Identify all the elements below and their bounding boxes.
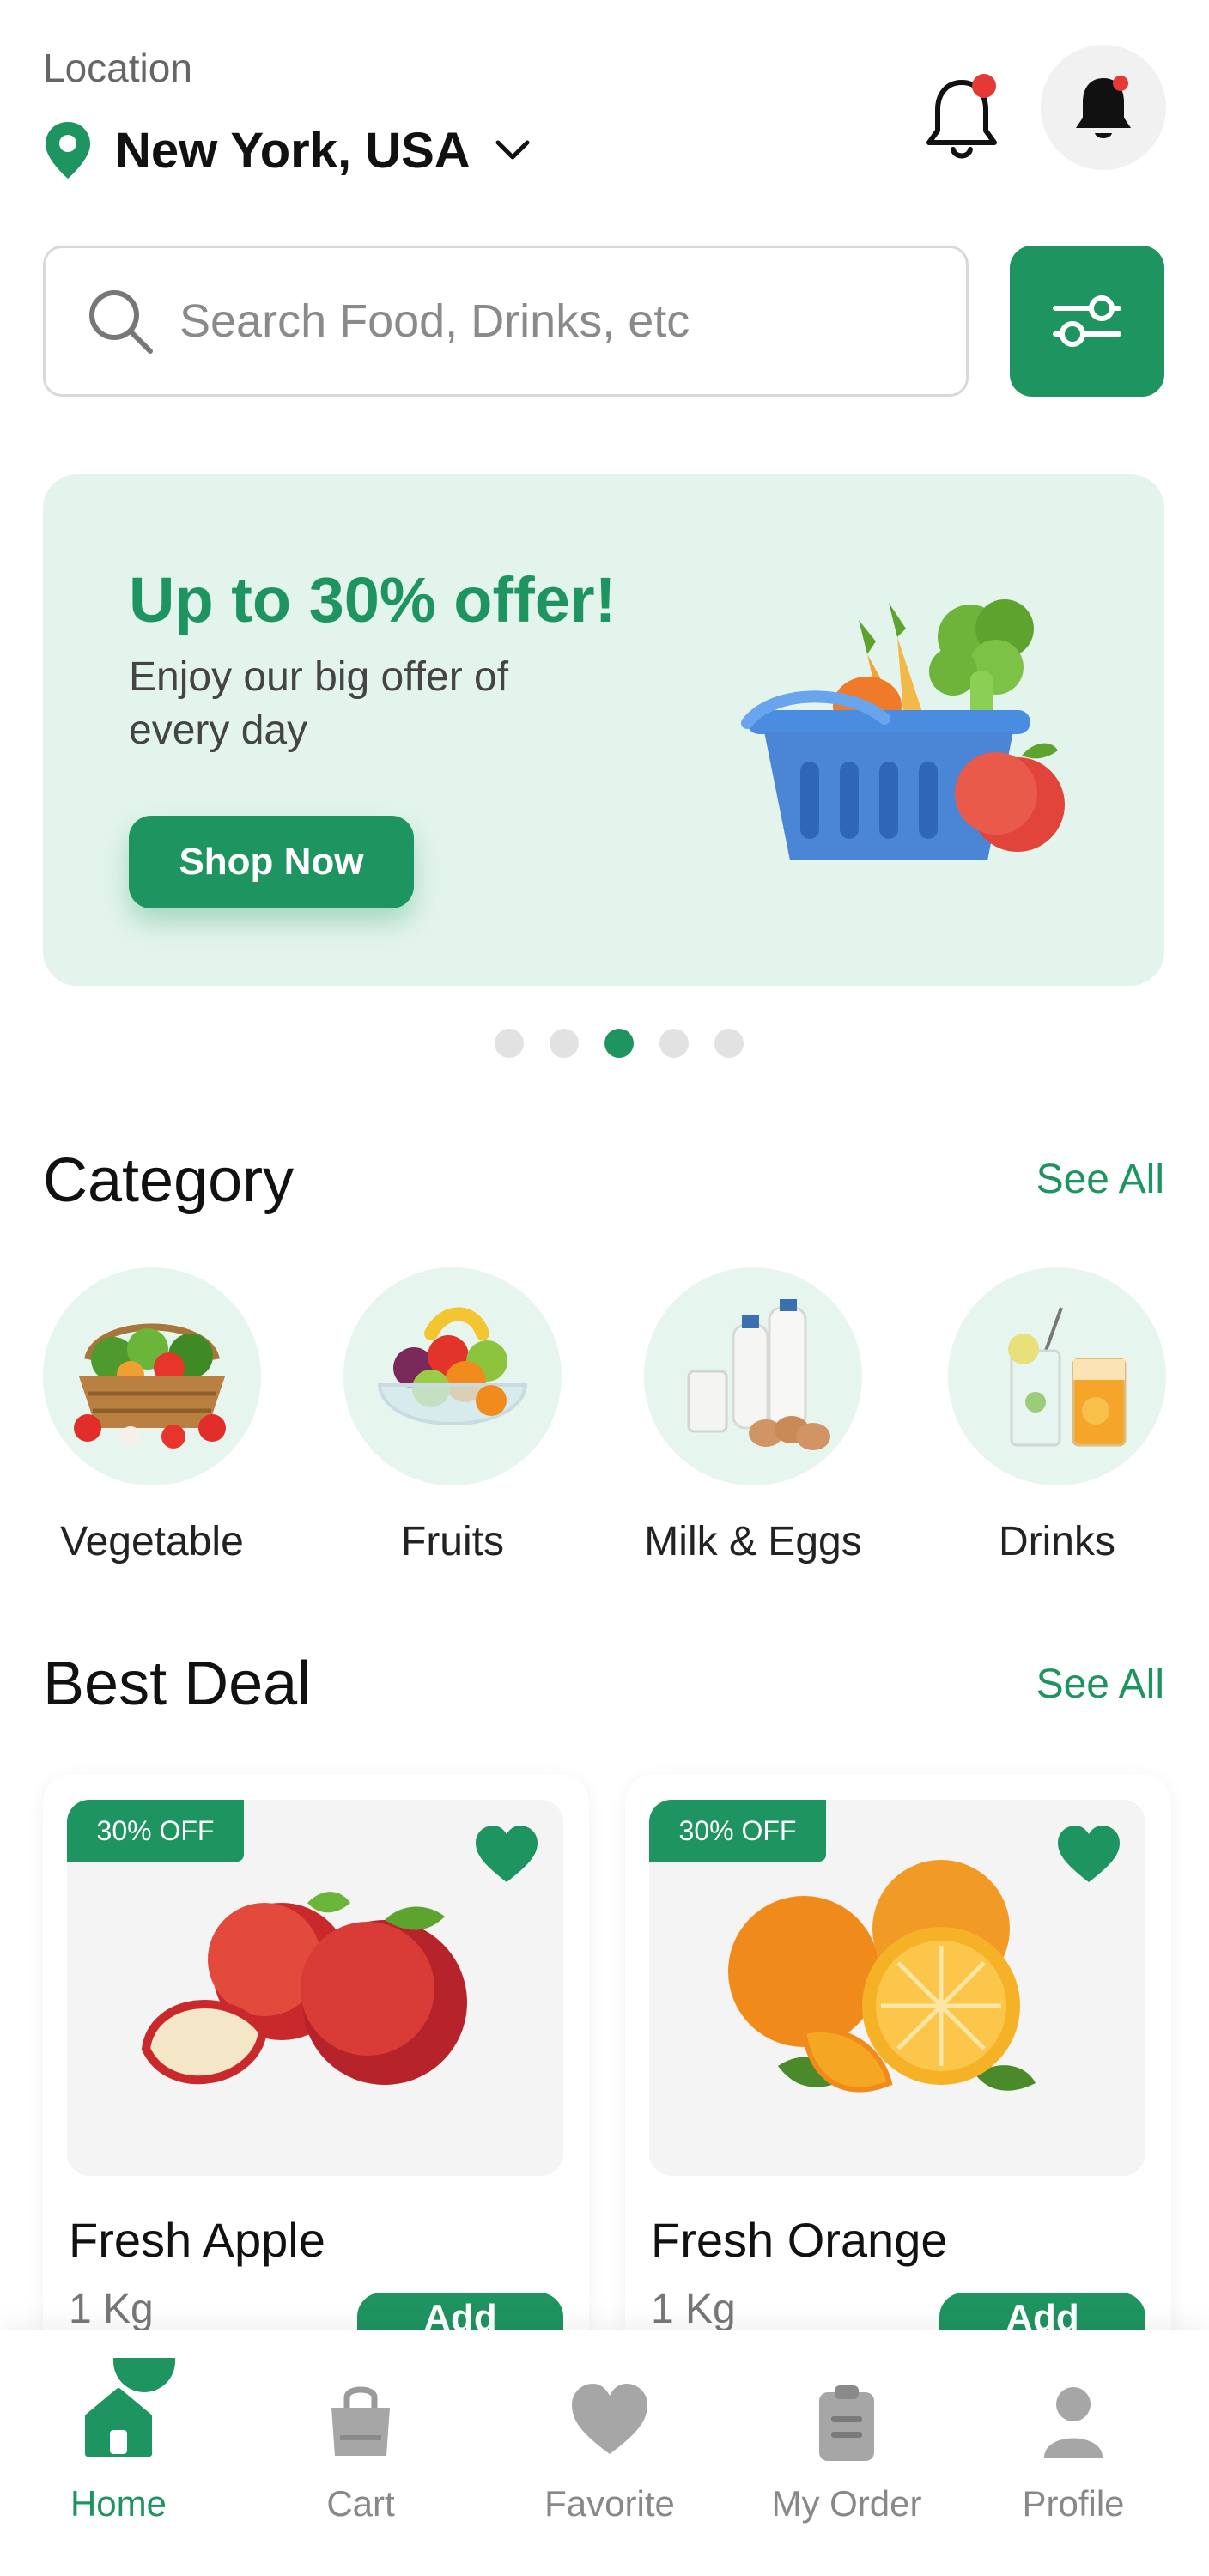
nav-label: Profile	[1022, 2483, 1125, 2524]
carousel-dot[interactable]	[550, 1029, 579, 1058]
vegetable-image	[43, 1267, 261, 1485]
discount-badge: 30% OFF	[649, 1800, 826, 1862]
category-section-title: Category	[43, 1146, 295, 1215]
nav-item-profile[interactable]: Profile	[979, 2379, 1168, 2524]
carousel-dot[interactable]	[659, 1029, 689, 1058]
shop-now-button[interactable]: Shop Now	[129, 816, 414, 908]
product-name: Fresh Orange	[651, 2213, 948, 2267]
search-input[interactable]	[179, 295, 935, 348]
heart-icon[interactable]	[472, 1822, 541, 1891]
category-item-vegetable[interactable]: Vegetable	[43, 1267, 261, 1565]
category-label: Fruits	[401, 1519, 504, 1564]
nav-label: My Order	[771, 2483, 922, 2524]
carousel-indicator	[495, 1029, 744, 1058]
product-weight: 1 Kg	[651, 2287, 736, 2332]
nav-label: Home	[70, 2483, 167, 2524]
category-see-all-link[interactable]: See All	[1036, 1156, 1164, 1203]
filter-icon	[1053, 295, 1121, 347]
heart-icon	[572, 2384, 647, 2454]
nav-item-cart[interactable]: Cart	[266, 2379, 455, 2524]
location-value: New York, USA	[115, 122, 471, 179]
heart-icon[interactable]	[1054, 1822, 1123, 1891]
drinks-image	[948, 1267, 1166, 1485]
shopping-bag-icon	[331, 2386, 390, 2456]
bell-icon	[1076, 76, 1131, 138]
best-deal-see-all-link[interactable]: See All	[1036, 1661, 1164, 1708]
location-selector[interactable]: New York, USA	[43, 120, 532, 180]
fruits-image	[343, 1267, 562, 1485]
user-icon	[1044, 2387, 1103, 2458]
nav-label: Favorite	[544, 2483, 675, 2524]
milk-eggs-image	[644, 1267, 862, 1485]
category-item-drinks[interactable]: Drinks	[948, 1267, 1166, 1565]
best-deal-section-title: Best Deal	[43, 1649, 312, 1718]
product-name: Fresh Apple	[69, 2213, 325, 2267]
grocery-basket-illustration	[741, 599, 1065, 860]
product-image: 30% OFF	[67, 1800, 563, 2176]
nav-label: Cart	[326, 2483, 395, 2524]
category-item-milk-eggs[interactable]: Milk & Eggs	[644, 1267, 862, 1565]
product-weight: 1 Kg	[69, 2287, 154, 2332]
filter-button[interactable]	[1010, 246, 1164, 397]
nav-item-home[interactable]: Home	[24, 2358, 213, 2524]
promo-banner[interactable]: Up to 30% offer! Enjoy our big offer of …	[43, 474, 1164, 986]
category-label: Drinks	[998, 1519, 1115, 1564]
chevron-down-icon	[495, 140, 530, 160]
category-label: Vegetable	[60, 1519, 244, 1564]
nav-item-my-order[interactable]: My Order	[752, 2379, 941, 2524]
bottom-navigation: Home Cart Favorite My Order Profile	[0, 2330, 1209, 2576]
carousel-dot[interactable]	[714, 1029, 744, 1058]
banner-title: Up to 30% offer!	[129, 564, 617, 635]
search-icon	[89, 290, 153, 354]
clipboard-icon	[819, 2385, 874, 2461]
nav-item-favorite[interactable]: Favorite	[515, 2379, 704, 2524]
category-label: Milk & Eggs	[644, 1519, 862, 1564]
banner-subtitle: Enjoy our big offer of every day	[129, 654, 509, 753]
notifications-button[interactable]	[1041, 45, 1166, 170]
header: Location New York, USA	[43, 45, 1166, 182]
location-pin-icon	[46, 122, 90, 179]
product-card-apple[interactable]: 30% OFF Fresh Apple 1 Kg Add	[43, 1774, 589, 2392]
bell-icon[interactable]	[920, 70, 1003, 165]
category-list: Vegetable Fruits Milk & Eggs Drinks	[43, 1267, 1166, 1577]
search-bar[interactable]	[43, 246, 969, 397]
carousel-dot-active[interactable]	[604, 1029, 634, 1058]
product-card-orange[interactable]: 30% OFF Fresh Orange 1 Kg Add	[625, 1774, 1171, 2392]
discount-badge: 30% OFF	[67, 1800, 244, 1862]
product-image: 30% OFF	[649, 1800, 1145, 2176]
category-item-fruits[interactable]: Fruits	[343, 1267, 562, 1565]
location-label: Location	[43, 46, 192, 90]
carousel-dot[interactable]	[495, 1029, 524, 1058]
